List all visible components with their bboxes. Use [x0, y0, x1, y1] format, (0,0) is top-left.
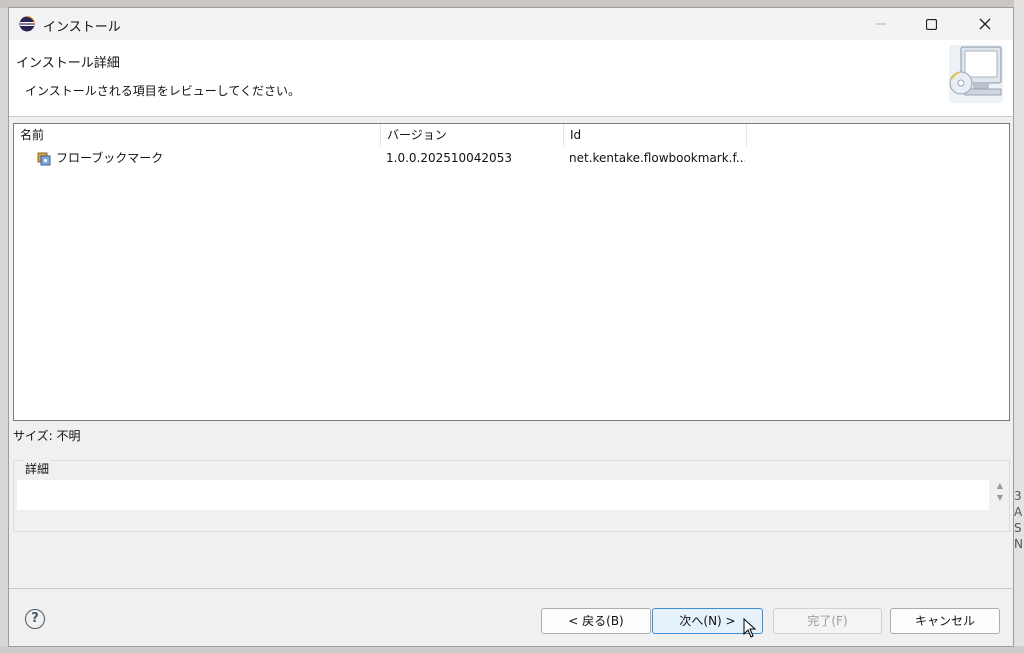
eclipse-icon [19, 16, 35, 32]
back-button[interactable]: < 戻る(B) [541, 608, 651, 634]
footer-separator [9, 588, 1013, 589]
column-header-id[interactable]: Id [564, 124, 747, 146]
row-version: 1.0.0.202510042053 [386, 151, 512, 165]
page-description: インストールされる項目をレビューしてください。 [25, 84, 301, 98]
details-group: 詳細 ▲ ▼ [13, 460, 1010, 532]
finish-button[interactable]: 完了(F) [773, 608, 882, 634]
install-computer-icon [949, 45, 1003, 103]
close-icon [979, 18, 991, 30]
scroll-down-icon[interactable]: ▼ [994, 492, 1006, 504]
background-taskbar-strip [0, 646, 1024, 653]
help-button[interactable]: ? [25, 609, 45, 629]
background-text: A [1014, 505, 1023, 519]
help-icon: ? [31, 611, 39, 626]
install-items-table[interactable]: 名前 バージョン Id フローブックマーク 1.0.0.202510042053… [13, 123, 1010, 421]
wizard-header: インストール詳細 インストールされる項目をレビューしてください。 [9, 40, 1013, 117]
minimize-icon [876, 23, 886, 25]
details-text-area[interactable] [17, 480, 989, 510]
row-id: net.kentake.flowbookmark.f... [569, 151, 745, 165]
install-dialog: インストール インストール詳細 インストールされる項目をレビューしてください。 … [8, 7, 1014, 647]
column-header-version[interactable]: バージョン [381, 124, 564, 146]
background-window-edge: 3 A S N [1014, 0, 1024, 653]
page-title: インストール詳細 [16, 56, 120, 71]
table-header: 名前 バージョン Id [14, 124, 1009, 146]
background-text: N [1014, 537, 1023, 551]
cancel-button[interactable]: キャンセル [890, 608, 1000, 634]
row-name: フローブックマーク [56, 151, 164, 165]
feature-plugin-icon [37, 152, 51, 166]
details-legend: 詳細 [23, 460, 52, 477]
column-header-name[interactable]: 名前 [14, 124, 381, 146]
row-name-cell: フローブックマーク [36, 147, 376, 169]
mouse-cursor-icon [743, 618, 757, 638]
background-text: S [1014, 521, 1022, 535]
minimize-button[interactable] [858, 8, 904, 40]
details-scrollbar[interactable]: ▲ ▼ [994, 480, 1006, 510]
table-row[interactable]: フローブックマーク 1.0.0.202510042053 net.kentake… [14, 147, 1009, 169]
maximize-button[interactable] [908, 8, 954, 40]
size-label: サイズ: 不明 [13, 429, 81, 443]
window-title: インストール [43, 20, 121, 35]
scroll-up-icon[interactable]: ▲ [994, 480, 1006, 492]
close-button[interactable] [962, 8, 1008, 40]
background-text: 3 [1014, 489, 1022, 503]
title-bar[interactable]: インストール [9, 8, 1013, 40]
maximize-icon [925, 18, 937, 30]
